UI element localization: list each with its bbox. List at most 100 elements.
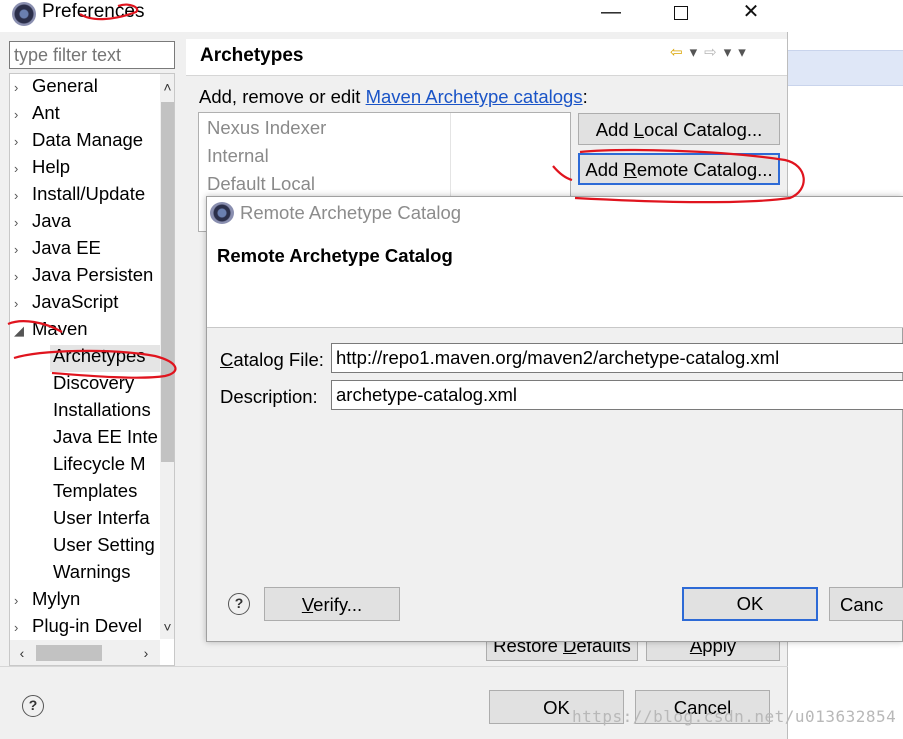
tree-item[interactable]: › Ant bbox=[14, 102, 160, 129]
scroll-thumb[interactable] bbox=[161, 102, 174, 462]
tree-item[interactable]: Archetypes bbox=[50, 345, 160, 372]
forward-arrow-icon[interactable]: ⇨ bbox=[704, 43, 717, 61]
back-menu-chevron-icon[interactable]: ▾ bbox=[690, 43, 698, 61]
tree-horizontal-scrollbar[interactable]: ‹ › bbox=[10, 640, 160, 665]
catalog-list-item[interactable]: Internal bbox=[207, 145, 269, 167]
tree-item[interactable]: › Java bbox=[14, 210, 160, 237]
tree-item[interactable]: User Setting bbox=[50, 534, 160, 561]
collapsed-chevron-icon[interactable]: › bbox=[14, 296, 32, 311]
expanded-chevron-icon[interactable]: ◢ bbox=[14, 323, 32, 339]
eclipse-app-icon bbox=[12, 2, 36, 26]
tree-item-label: Ant bbox=[32, 102, 60, 123]
tree-item-label: Data Manage bbox=[32, 129, 144, 150]
dialog-header: Remote Archetype Catalog bbox=[207, 229, 903, 328]
tree-item-label: Archetypes bbox=[53, 345, 146, 366]
page-header: Archetypes ⇦ ▾ ⇨ ▾ ▾ bbox=[186, 39, 787, 76]
tree-item-label: Mylyn bbox=[32, 588, 81, 609]
collapsed-chevron-icon[interactable]: › bbox=[14, 134, 32, 149]
collapsed-chevron-icon[interactable]: › bbox=[14, 269, 32, 284]
collapsed-chevron-icon[interactable]: › bbox=[14, 215, 32, 230]
dialog-help-icon[interactable]: ? bbox=[228, 593, 250, 615]
tree-item-label: User Setting bbox=[53, 534, 155, 555]
scroll-right-icon[interactable]: › bbox=[136, 640, 156, 665]
tree-item-label: Lifecycle M bbox=[53, 453, 146, 474]
close-icon[interactable]: ✕ bbox=[728, 0, 774, 26]
tree-item-label: Java EE Inte bbox=[53, 426, 158, 447]
tree-item-label: JavaScript bbox=[32, 291, 119, 312]
scroll-up-icon[interactable]: ˄ bbox=[160, 74, 174, 100]
tree-item-label: Installations bbox=[53, 399, 151, 420]
tree-vertical-scrollbar[interactable]: ˄ ˅ bbox=[160, 74, 174, 640]
collapsed-chevron-icon[interactable]: › bbox=[14, 188, 32, 203]
eclipse-app-icon bbox=[210, 202, 234, 224]
archetype-catalogs-link[interactable]: Maven Archetype catalogs bbox=[366, 86, 583, 107]
maximize-icon[interactable] bbox=[658, 0, 704, 26]
collapsed-chevron-icon[interactable]: › bbox=[14, 107, 32, 122]
catalog-list-item[interactable]: Default Local bbox=[207, 173, 315, 195]
collapsed-chevron-icon[interactable]: › bbox=[14, 620, 32, 635]
collapsed-chevron-icon[interactable]: › bbox=[14, 593, 32, 608]
tree-item-label: General bbox=[32, 75, 98, 96]
tree-item[interactable]: › Plug-in Devel bbox=[14, 615, 160, 642]
tree-item[interactable]: › Java EE bbox=[14, 237, 160, 264]
tree-item[interactable]: › Install/Update bbox=[14, 183, 160, 210]
page-title: Archetypes bbox=[200, 45, 304, 66]
watermark: https://blog.csdn.net/u013632854 bbox=[572, 707, 897, 726]
title-bar: Preferences — ✕ bbox=[0, 0, 788, 32]
help-icon[interactable]: ? bbox=[22, 695, 44, 717]
tree-item-label: Maven bbox=[32, 318, 88, 339]
tree-item[interactable]: ◢ Maven bbox=[14, 318, 160, 345]
page-navigation: ⇦ ▾ ⇨ ▾ ▾ bbox=[670, 43, 753, 61]
dialog-title-bar: Remote Archetype Catalog bbox=[207, 197, 903, 229]
description-label: Description: bbox=[220, 386, 318, 407]
tree-item-label: Java Persisten bbox=[32, 264, 154, 285]
filter-input[interactable] bbox=[9, 41, 175, 69]
add-remote-catalog-button[interactable]: Add Remote Catalog... bbox=[578, 153, 780, 185]
page-description: Add, remove or edit Maven Archetype cata… bbox=[199, 86, 588, 107]
tree-item[interactable]: Lifecycle M bbox=[50, 453, 160, 480]
tree-item-label: Java EE bbox=[32, 237, 101, 258]
tree-item[interactable]: › Java Persisten bbox=[14, 264, 160, 291]
tree-item[interactable]: Warnings bbox=[50, 561, 160, 588]
tree-item[interactable]: Installations bbox=[50, 399, 160, 426]
collapsed-chevron-icon[interactable]: › bbox=[14, 161, 32, 176]
window-title: Preferences bbox=[42, 1, 145, 22]
back-arrow-icon[interactable]: ⇦ bbox=[670, 43, 683, 61]
tree-item[interactable]: › General bbox=[14, 75, 160, 102]
tree-item-label: Install/Update bbox=[32, 183, 146, 204]
tree-item-label: Discovery bbox=[53, 372, 135, 393]
scroll-left-icon[interactable]: ‹ bbox=[12, 640, 32, 665]
scroll-down-icon[interactable]: ˅ bbox=[160, 614, 174, 640]
catalog-file-input[interactable]: http://repo1.maven.org/maven2/archetype-… bbox=[331, 343, 903, 373]
tree-item-label: User Interfa bbox=[53, 507, 150, 528]
verify-button[interactable]: Verify... bbox=[264, 587, 400, 621]
tree-item[interactable]: › Mylyn bbox=[14, 588, 160, 615]
tree-item[interactable]: › Data Manage bbox=[14, 129, 160, 156]
description-input[interactable]: archetype-catalog.xml bbox=[331, 380, 903, 410]
tree-item-label: Java bbox=[32, 210, 72, 231]
tree-item[interactable]: Java EE Inte bbox=[50, 426, 160, 453]
tree-item-label: Templates bbox=[53, 480, 138, 501]
remote-catalog-dialog: Remote Archetype Catalog Remote Archetyp… bbox=[206, 196, 903, 642]
scroll-thumb-horizontal[interactable] bbox=[36, 645, 102, 661]
collapsed-chevron-icon[interactable]: › bbox=[14, 80, 32, 95]
add-local-catalog-button[interactable]: Add Local Catalog... bbox=[578, 113, 780, 145]
dialog-heading: Remote Archetype Catalog bbox=[217, 245, 453, 266]
tree-item[interactable]: User Interfa bbox=[50, 507, 160, 534]
forward-menu-chevron-icon[interactable]: ▾ bbox=[724, 43, 732, 61]
dialog-ok-button[interactable]: OK bbox=[682, 587, 818, 621]
dialog-window-title: Remote Archetype Catalog bbox=[240, 202, 462, 223]
tree-item[interactable]: Templates bbox=[50, 480, 160, 507]
minimize-icon[interactable]: — bbox=[588, 0, 634, 26]
collapsed-chevron-icon[interactable]: › bbox=[14, 242, 32, 257]
view-menu-icon[interactable]: ▾ bbox=[738, 43, 746, 61]
tree-item-label: Warnings bbox=[53, 561, 131, 582]
tree-item-label: Plug-in Devel bbox=[32, 615, 143, 636]
tree-item[interactable]: › JavaScript bbox=[14, 291, 160, 318]
tree-item-label: Help bbox=[32, 156, 71, 177]
tree-item[interactable]: › Help bbox=[14, 156, 160, 183]
tree-item[interactable]: Discovery bbox=[50, 372, 160, 399]
dialog-cancel-button[interactable]: Canc bbox=[829, 587, 903, 621]
catalog-list-item[interactable]: Nexus Indexer bbox=[207, 117, 326, 139]
background-window-selection bbox=[788, 50, 903, 86]
